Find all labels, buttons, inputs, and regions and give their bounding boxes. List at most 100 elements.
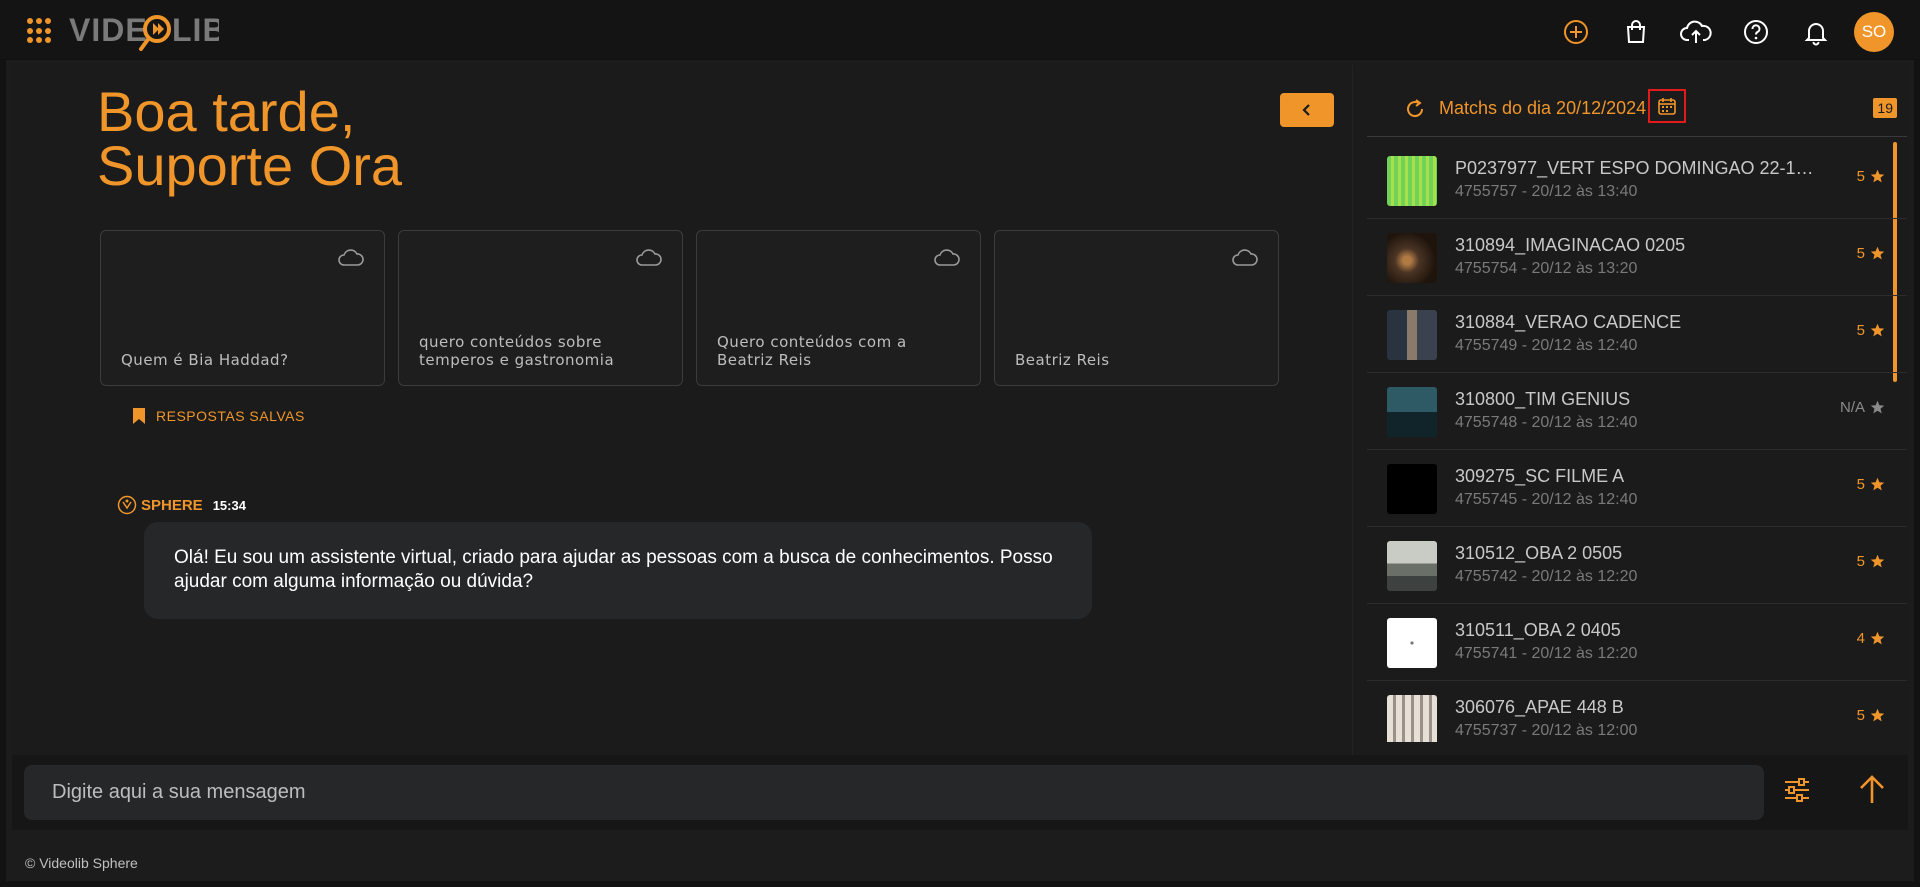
saved-answers-label: RESPOSTAS SALVAS bbox=[156, 408, 305, 424]
star-icon bbox=[1870, 554, 1885, 568]
rating-value: 5 bbox=[1856, 245, 1865, 262]
add-circle-icon[interactable] bbox=[1558, 14, 1594, 50]
suggestion-text: Quem é Bia Haddad? bbox=[121, 351, 289, 369]
calendar-button[interactable] bbox=[1648, 89, 1686, 123]
rating-value: 5 bbox=[1856, 322, 1865, 339]
shopping-bag-icon[interactable] bbox=[1618, 14, 1654, 50]
match-subtitle: 4755741 - 20/12 às 12:20 bbox=[1455, 645, 1638, 662]
videolib-logo[interactable]: VIDE LIB bbox=[69, 11, 226, 51]
matches-count-badge: 19 bbox=[1873, 98, 1897, 118]
rating-value: 5 bbox=[1856, 553, 1865, 570]
star-icon bbox=[1870, 477, 1885, 491]
cloud-upload-icon[interactable] bbox=[1678, 14, 1714, 50]
match-title: P0237977_VERT ESPO DOMINGAO 22-12 N ... bbox=[1455, 158, 1815, 178]
cloud-icon bbox=[636, 249, 662, 266]
match-thumbnail bbox=[1387, 156, 1437, 206]
apps-grid-icon[interactable] bbox=[27, 18, 53, 44]
star-icon bbox=[1870, 323, 1885, 337]
rating-value: 4 bbox=[1856, 630, 1865, 647]
star-icon bbox=[1870, 169, 1885, 183]
saved-answers-link[interactable]: RESPOSTAS SALVAS bbox=[132, 407, 305, 425]
match-subtitle: 4755737 - 20/12 às 12:00 bbox=[1455, 722, 1638, 739]
match-title: 309275_SC FILME A bbox=[1455, 466, 1625, 486]
matches-title: Matchs do dia 20/12/2024 bbox=[1439, 98, 1647, 118]
message-header: SPHERE 15:34 bbox=[117, 495, 246, 515]
greeting-line-1: Boa tarde, bbox=[97, 80, 356, 143]
match-item[interactable]: 309275_SC FILME A 4755745 - 20/12 às 12:… bbox=[1367, 450, 1907, 527]
matches-panel: Matchs do dia 20/12/2024 19 P0237977_VER… bbox=[1352, 65, 1908, 755]
bookmark-icon bbox=[133, 408, 145, 424]
suggestion-card[interactable]: Quero conteúdos com a Beatriz Reis bbox=[696, 230, 981, 386]
match-rating: 5 bbox=[1857, 476, 1885, 493]
match-item[interactable]: 310800_TIM GENIUS 4755748 - 20/12 às 12:… bbox=[1367, 373, 1907, 450]
send-arrow-up-icon[interactable] bbox=[1857, 773, 1887, 807]
match-thumbnail bbox=[1387, 464, 1437, 514]
match-item[interactable]: 306076_APAE 448 B 4755737 - 20/12 às 12:… bbox=[1367, 681, 1907, 742]
match-subtitle: 4755748 - 20/12 às 12:40 bbox=[1455, 414, 1638, 431]
match-thumbnail bbox=[1387, 233, 1437, 283]
collapse-panel-button[interactable] bbox=[1280, 93, 1334, 127]
filter-sliders-icon[interactable] bbox=[1782, 775, 1812, 805]
match-item[interactable]: 310894_IMAGINACAO 0205 4755754 - 20/12 à… bbox=[1367, 219, 1907, 296]
match-rating: 5 bbox=[1857, 707, 1885, 724]
match-title: 310512_OBA 2 0505 bbox=[1455, 543, 1623, 563]
avatar[interactable]: SO bbox=[1854, 12, 1894, 52]
match-item[interactable]: 310512_OBA 2 0505 4755742 - 20/12 às 12:… bbox=[1367, 527, 1907, 604]
star-icon bbox=[1870, 400, 1885, 414]
calendar-icon bbox=[1658, 98, 1676, 115]
svg-text:VIDE: VIDE bbox=[69, 12, 148, 48]
match-rating: 5 bbox=[1857, 168, 1885, 185]
suggestion-text: quero conteúdos sobre temperos e gastron… bbox=[419, 333, 615, 369]
bell-icon[interactable] bbox=[1798, 14, 1834, 50]
match-thumbnail bbox=[1387, 387, 1437, 437]
match-item[interactable]: 310884_VERAO CADENCE 4755749 - 20/12 às … bbox=[1367, 296, 1907, 373]
match-title: 310511_OBA 2 0405 bbox=[1455, 620, 1621, 640]
match-thumbnail bbox=[1387, 618, 1437, 668]
match-subtitle: 4755742 - 20/12 às 12:20 bbox=[1455, 568, 1638, 585]
rating-value: N/A bbox=[1839, 399, 1865, 416]
match-thumbnail bbox=[1387, 310, 1437, 360]
suggestion-text: Quero conteúdos com a Beatriz Reis bbox=[717, 333, 907, 369]
refresh-icon[interactable] bbox=[1403, 97, 1427, 121]
top-bar: VIDE LIB SO bbox=[0, 0, 1920, 60]
match-rating: N/A bbox=[1840, 399, 1885, 416]
star-icon bbox=[1870, 708, 1885, 722]
match-subtitle: 4755745 - 20/12 às 12:40 bbox=[1455, 491, 1638, 508]
match-title: 310884_VERAO CADENCE bbox=[1455, 312, 1682, 332]
matches-header: Matchs do dia 20/12/2024 19 bbox=[1367, 79, 1907, 137]
assistant-message-bubble: Olá! Eu sou um assistente virtual, criad… bbox=[144, 522, 1092, 619]
match-item[interactable]: P0237977_VERT ESPO DOMINGAO 22-12 N ... … bbox=[1367, 142, 1907, 219]
star-icon bbox=[1870, 246, 1885, 260]
rating-value: 5 bbox=[1856, 476, 1865, 493]
greeting: Boa tarde, Suporte Ora bbox=[97, 80, 403, 197]
message-input[interactable] bbox=[24, 765, 1764, 820]
match-rating: 4 bbox=[1857, 630, 1885, 647]
message-composer bbox=[12, 755, 1908, 830]
chat-panel: Boa tarde, Suporte Ora Quem é Bia Haddad… bbox=[12, 65, 1352, 755]
match-rating: 5 bbox=[1857, 322, 1885, 339]
suggestion-card[interactable]: Quem é Bia Haddad? bbox=[100, 230, 385, 386]
suggestion-card[interactable]: Beatriz Reis bbox=[994, 230, 1279, 386]
match-title: 306076_APAE 448 B bbox=[1455, 697, 1624, 717]
star-icon bbox=[1870, 631, 1885, 645]
match-subtitle: 4755749 - 20/12 às 12:40 bbox=[1455, 337, 1638, 354]
match-item[interactable]: 310511_OBA 2 0405 4755741 - 20/12 às 12:… bbox=[1367, 604, 1907, 681]
match-thumbnail bbox=[1387, 695, 1437, 742]
videolib-logo-mark: VIDE LIB bbox=[69, 12, 226, 51]
rating-value: 5 bbox=[1856, 707, 1865, 724]
match-title: 310894_IMAGINACAO 0205 bbox=[1455, 235, 1686, 255]
match-title: 310800_TIM GENIUS bbox=[1455, 389, 1631, 409]
matches-list: P0237977_VERT ESPO DOMINGAO 22-12 N ... … bbox=[1367, 142, 1907, 742]
greeting-line-2: Suporte Ora bbox=[97, 134, 403, 197]
suggestion-cards: Quem é Bia Haddad? quero conteúdos sobre… bbox=[100, 230, 1292, 386]
svg-text:LIB: LIB bbox=[172, 12, 219, 48]
cloud-icon bbox=[1232, 249, 1258, 266]
sphere-logo-icon bbox=[117, 495, 137, 515]
match-subtitle: 4755757 - 20/12 às 13:40 bbox=[1455, 183, 1638, 200]
help-icon[interactable] bbox=[1738, 14, 1774, 50]
suggestion-card[interactable]: quero conteúdos sobre temperos e gastron… bbox=[398, 230, 683, 386]
match-rating: 5 bbox=[1857, 245, 1885, 262]
message-sender: SPHERE bbox=[141, 496, 203, 514]
chevron-left-icon bbox=[1302, 104, 1310, 116]
suggestion-text: Beatriz Reis bbox=[1015, 351, 1110, 369]
